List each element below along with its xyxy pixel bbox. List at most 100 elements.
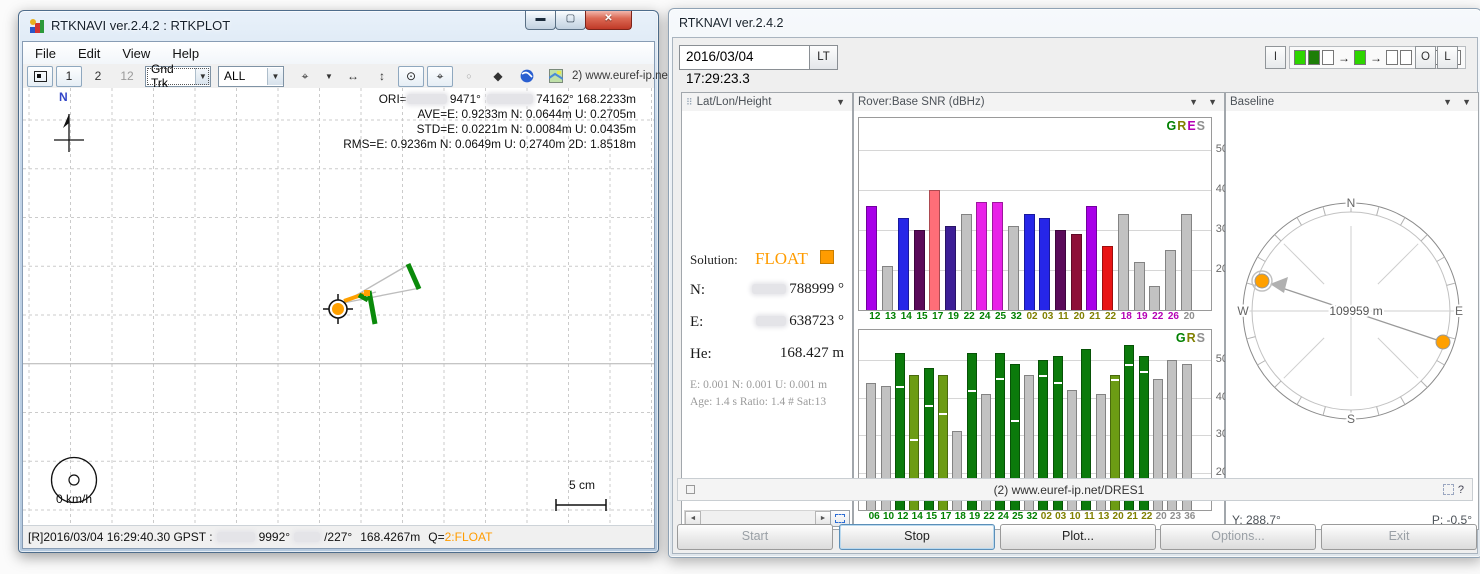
show-track-button[interactable]: ⊙	[398, 66, 424, 87]
snr-bar-sat-03	[1039, 218, 1050, 310]
close-button[interactable]: ✕	[585, 11, 632, 30]
compass-tick	[1297, 397, 1302, 405]
rtknavi-window: RTKNAVI ver.2.4.2 2016/03/04 17:29:23.3 …	[668, 8, 1480, 558]
snr-bar-sat-17	[929, 190, 940, 310]
compass-tick	[1447, 283, 1456, 285]
north-arrow-head	[63, 114, 69, 128]
ground-track-plot[interactable]: ORI= 9471° 74162° 168.2233m AVE=E: 0.923…	[23, 88, 654, 526]
compass-tick	[1323, 207, 1325, 216]
log-stream-button[interactable]: L	[1437, 46, 1458, 69]
fit-horizontal-button[interactable]: ↔	[340, 66, 366, 87]
solution-status-row: Solution: FLOAT	[690, 249, 844, 269]
baseline-panel: Baseline ▼ ▼ NESW109959 m Y: 288.7° P: -…	[1225, 92, 1479, 530]
output-stream-button[interactable]: O	[1415, 46, 1436, 69]
chevron-down-icon[interactable]: ▼	[1440, 97, 1455, 107]
view-12-button[interactable]: 12	[114, 66, 140, 87]
view-1-button[interactable]: 1	[56, 66, 82, 87]
map-icon	[549, 69, 563, 83]
minimize-button[interactable]: ▬	[525, 11, 556, 30]
rtkplot-window: RTKNAVI ver.2.4.2 : RTKPLOT ▬ ▢ ✕ File Ed…	[18, 10, 659, 553]
solution-age-ratio: Age: 1.4 s Ratio: 1.4 # Sat:13	[690, 396, 844, 408]
speed-dial-label: 0 km/h	[41, 492, 107, 506]
menu-item-view[interactable]: View	[122, 46, 150, 61]
snr-panel: Rover:Base SNR (dBHz) ▼ ▼ 20304050GRES 1…	[853, 92, 1225, 530]
solution-panel-header[interactable]: ⠿ Lat/Lon/Height ▼	[682, 93, 852, 112]
chevron-down-icon[interactable]: ▼	[1186, 97, 1201, 107]
compass-diagonal	[1284, 338, 1324, 378]
chevron-down-icon: ▼	[267, 68, 283, 85]
fit-vertical-button[interactable]: ↕	[369, 66, 395, 87]
compass-diagonal	[1378, 244, 1418, 284]
center-position-button[interactable]: ⌖	[427, 66, 453, 87]
legend: GRES	[1167, 119, 1206, 133]
solution-panel-title: Lat/Lon/Height	[697, 96, 772, 108]
legend-system-R: R	[1187, 331, 1197, 345]
mark-style-button[interactable]: ◆	[485, 66, 511, 87]
view-2-button[interactable]: 2	[85, 66, 111, 87]
chevron-down-icon[interactable]: ▼	[1205, 97, 1220, 107]
baseline-panel-body: NESW109959 m Y: 288.7° P: -0.5°	[1226, 111, 1478, 529]
rover-snr-sat-labels: 1213141517192224253202031120212218192226…	[858, 311, 1210, 325]
baseline-arrow-head	[1270, 277, 1288, 293]
arrow-right-icon: →	[1370, 51, 1382, 65]
chevron-down-icon: ▼	[195, 68, 210, 85]
stat-std: STD=E: 0.0221m N: 0.0084m U: 0.0435m	[343, 122, 636, 137]
app-icon	[29, 18, 45, 34]
compass-tick	[1377, 407, 1379, 416]
baseline-panel-header[interactable]: Baseline ▼ ▼	[1226, 93, 1478, 112]
compass-tick	[1247, 283, 1256, 285]
stream-status-text: (2) www.euref-ip.net/DRES1	[695, 483, 1443, 497]
google-map-button[interactable]	[543, 66, 569, 87]
chevron-down-icon[interactable]: ▼	[833, 97, 848, 107]
plot-button[interactable]: Plot...	[1000, 524, 1156, 550]
snr-bar-sat-12	[866, 206, 877, 310]
coord-row-he: He: 168.427 m	[690, 345, 844, 363]
help-label[interactable]: ?	[1458, 484, 1464, 496]
stream-square-off	[1322, 50, 1334, 65]
solution-filter-select[interactable]: ALL▼	[218, 66, 284, 87]
baseline-panel-title: Baseline	[1230, 96, 1274, 108]
snr-bar-sat-32	[1008, 226, 1019, 310]
compass-label-e: E	[1455, 304, 1463, 318]
exit-button[interactable]: Exit	[1321, 524, 1477, 550]
solution-stddev: E: 0.001 N: 0.001 U: 0.001 m	[690, 379, 844, 391]
plot-type-select[interactable]: Gnd Trk▼	[145, 66, 211, 87]
rover-snr-mark	[996, 378, 1004, 380]
time-system-button[interactable]: LT	[809, 45, 838, 70]
snr-panel-header[interactable]: Rover:Base SNR (dBHz) ▼ ▼	[854, 93, 1224, 112]
compass-tick	[1323, 407, 1325, 416]
center-origin-button[interactable]: ⌖	[292, 66, 318, 87]
baseline-distance: 109959 m	[1329, 304, 1382, 318]
menu-item-help[interactable]: Help	[172, 46, 199, 61]
rtkplot-titlebar[interactable]: RTKNAVI ver.2.4.2 : RTKPLOT ▬ ▢ ✕	[19, 11, 658, 41]
snr-bar-sat-22	[1102, 246, 1113, 310]
connect-toggle-button[interactable]	[27, 66, 53, 87]
compass-tick	[1247, 337, 1256, 339]
compass-label-w: W	[1237, 304, 1249, 318]
track-statistics: ORI= 9471° 74162° 168.2233m AVE=E: 0.923…	[343, 92, 636, 152]
chevron-down-icon[interactable]: ▼	[1459, 97, 1474, 107]
rtkplot-client: File Edit View Help 1 2 12 Gnd Trk▼ ALL▼ ⌖ …	[22, 41, 655, 549]
desktop: RTKNAVI ver.2.4.2 : RTKPLOT ▬ ▢ ✕ File Ed…	[0, 0, 1480, 574]
stat-origin: ORI= 9471° 74162° 168.2233m	[343, 92, 636, 107]
stop-button[interactable]: Stop	[839, 524, 995, 550]
arrow-right-icon: →	[1338, 51, 1350, 65]
rover-snr-mark	[939, 413, 947, 415]
grid-line	[859, 190, 1211, 191]
maximize-button[interactable]: ▢	[555, 11, 586, 30]
legend-system-E: E	[1187, 119, 1196, 133]
snr-bar-sat-22	[1149, 286, 1160, 310]
menu-item-edit[interactable]: Edit	[78, 46, 100, 61]
base-snr-sat-labels: 0610121415171819222425320203101113202122…	[858, 511, 1210, 525]
rtkplot-toolbar: 1 2 12 Gnd Trk▼ ALL▼ ⌖ ▼ ↔ ↕ ⊙ ⌖ ○ ◆ 2) …	[23, 64, 654, 89]
input-stream-button[interactable]: I	[1265, 46, 1286, 69]
menu-item-file[interactable]: File	[35, 46, 56, 61]
compass-tick	[1401, 397, 1406, 405]
solution-panel-body: Solution: FLOAT N: 788999 ° E: 638723 ° …	[682, 111, 852, 529]
chevron-down-icon[interactable]: ▼	[321, 66, 337, 87]
options-button[interactable]: Options...	[1160, 524, 1316, 550]
status-lat: 9992°	[259, 530, 291, 544]
google-earth-button[interactable]	[514, 66, 540, 87]
start-button[interactable]: Start	[677, 524, 833, 550]
point-style-button[interactable]: ○	[456, 66, 482, 87]
